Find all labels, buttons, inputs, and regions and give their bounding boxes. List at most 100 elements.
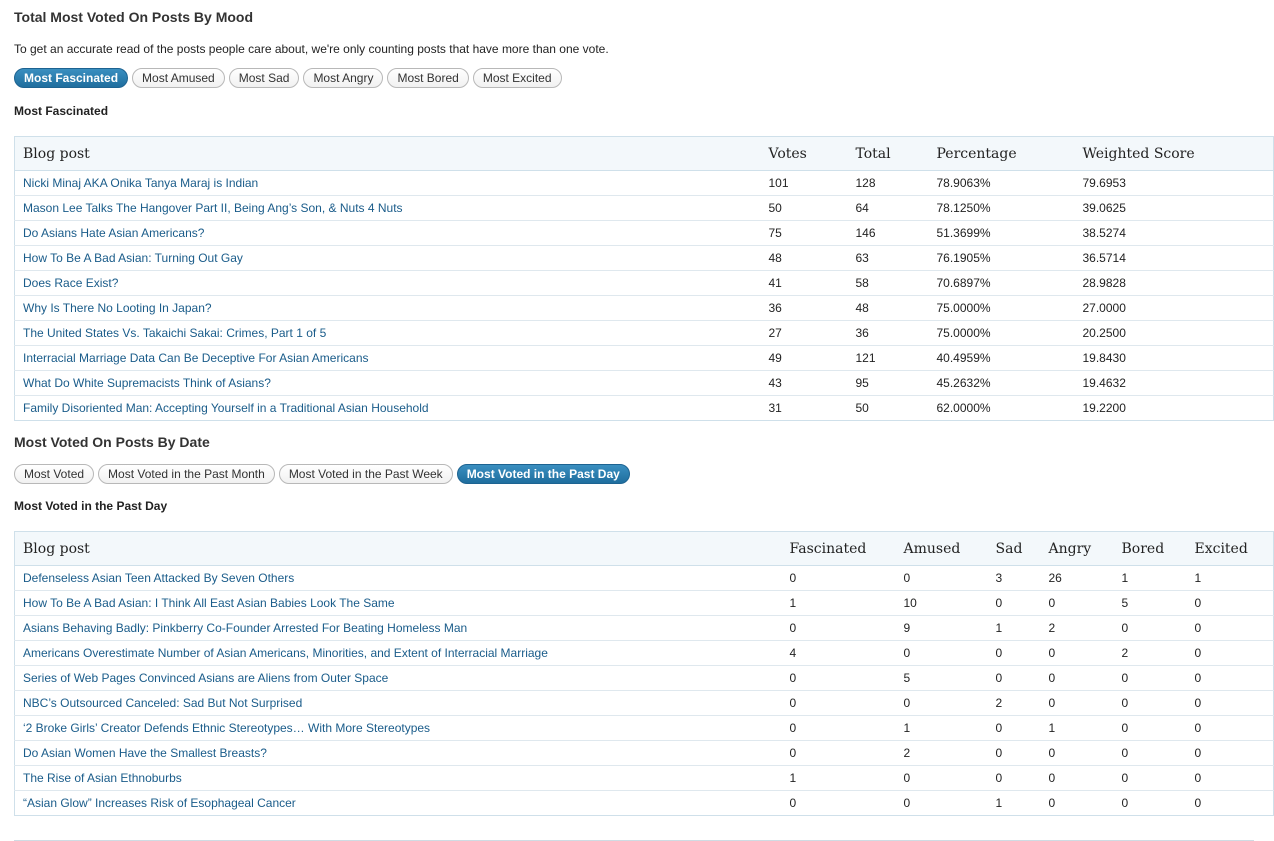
value-cell: 19.8430 xyxy=(1074,345,1274,371)
value-cell: 2 xyxy=(1040,615,1114,641)
blog-post-link[interactable]: Do Asians Hate Asian Americans? xyxy=(23,226,204,240)
blog-post-link[interactable]: Asians Behaving Badly: Pinkberry Co-Foun… xyxy=(23,621,467,635)
value-cell: 0 xyxy=(895,765,988,791)
date-subheading: Most Voted in the Past Day xyxy=(14,499,168,513)
blog-post-cell: Mason Lee Talks The Hangover Part II, Be… xyxy=(14,195,761,221)
column-header-percentage: Percentage xyxy=(928,136,1075,171)
table-row: Nicki Minaj AKA Onika Tanya Maraj is Ind… xyxy=(14,170,1274,196)
tab-most-bored[interactable]: Most Bored xyxy=(387,68,469,88)
blog-post-link[interactable]: “Asian Glow” Increases Risk of Esophagea… xyxy=(23,796,296,810)
value-cell: 0 xyxy=(1186,665,1274,691)
blog-post-cell: NBC’s Outsourced Canceled: Sad But Not S… xyxy=(14,690,782,716)
tab-most-fascinated[interactable]: Most Fascinated xyxy=(14,68,129,88)
mood-subheading: Most Fascinated xyxy=(14,104,109,118)
blog-post-cell: The Rise of Asian Ethnoburbs xyxy=(14,765,782,791)
value-cell: 1 xyxy=(1186,565,1274,591)
tab-most-sad[interactable]: Most Sad xyxy=(228,68,300,88)
value-cell: 0 xyxy=(1040,590,1114,616)
blog-post-link[interactable]: Series of Web Pages Convinced Asians are… xyxy=(23,671,388,685)
blog-post-cell: Defenseless Asian Teen Attacked By Seven… xyxy=(14,565,782,591)
value-cell: 0 xyxy=(789,796,797,810)
blog-post-link[interactable]: Does Race Exist? xyxy=(23,276,118,290)
value-cell: 41 xyxy=(760,270,848,296)
table-row: Asians Behaving Badly: Pinkberry Co-Foun… xyxy=(14,615,1274,641)
value-cell: 121 xyxy=(847,345,929,371)
blog-post-link[interactable]: ‘2 Broke Girls’ Creator Defends Ethnic S… xyxy=(23,721,430,735)
tab-most-voted-past-day[interactable]: Most Voted in the Past Day xyxy=(456,464,630,484)
tab-most-voted-past-month[interactable]: Most Voted in the Past Month xyxy=(98,464,275,484)
blog-post-link[interactable]: The United States Vs. Takaichi Sakai: Cr… xyxy=(23,326,326,340)
value-cell: 0 xyxy=(1040,765,1114,791)
value-cell: 48 xyxy=(760,245,848,271)
value-cell: 0 xyxy=(903,796,911,810)
value-cell: 28.9828 xyxy=(1074,270,1274,296)
table-row: ‘2 Broke Girls’ Creator Defends Ethnic S… xyxy=(14,715,1274,741)
value-cell: 0 xyxy=(1040,690,1114,716)
blog-post-link[interactable]: Mason Lee Talks The Hangover Part II, Be… xyxy=(23,201,403,215)
tab-most-amused[interactable]: Most Amused xyxy=(132,68,225,88)
column-header-amused: Amused xyxy=(895,531,988,566)
value-cell: 0 xyxy=(1113,615,1187,641)
value-cell: 0 xyxy=(781,715,896,741)
value-cell: 19.4632 xyxy=(1074,370,1274,396)
value-cell: 146 xyxy=(847,220,929,246)
tab-most-voted-past-week[interactable]: Most Voted in the Past Week xyxy=(278,464,453,484)
value-cell: 10 xyxy=(895,590,988,616)
value-cell: 1 xyxy=(995,796,1003,810)
value-cell: 0 xyxy=(1186,715,1274,741)
table-row: Do Asians Hate Asian Americans? 75 146 51.3… xyxy=(14,220,1274,246)
blog-post-link[interactable]: Interracial Marriage Data Can Be Decepti… xyxy=(23,351,369,365)
value-cell: 75.0000% xyxy=(928,295,1075,321)
tab-most-angry[interactable]: Most Angry xyxy=(303,68,384,88)
value-cell: 9 xyxy=(895,615,988,641)
table-row: Interracial Marriage Data Can Be Decepti… xyxy=(14,345,1274,371)
value-cell: 0 xyxy=(895,640,988,666)
column-header-blog-post: Blog post xyxy=(14,531,782,566)
table-row: “Asian Glow” Increases Risk of Esophagea… xyxy=(15,791,1274,816)
column-header-sad: Sad xyxy=(987,531,1041,566)
column-header-votes: Votes xyxy=(760,136,848,171)
blog-post-cell: “Asian Glow” Increases Risk of Esophagea… xyxy=(15,791,782,816)
blog-post-cell: Why Is There No Looting In Japan? xyxy=(14,295,761,321)
column-header-fascinated: Fascinated xyxy=(781,531,896,566)
blog-post-link[interactable]: How To Be A Bad Asian: I Think All East … xyxy=(23,596,395,610)
value-cell: 0 xyxy=(1040,740,1114,766)
blog-post-link[interactable]: Why Is There No Looting In Japan? xyxy=(23,301,212,315)
value-cell: 0 xyxy=(1113,665,1187,691)
value-cell: 50 xyxy=(855,401,869,415)
mood-section-intro: To get an accurate read of the posts peo… xyxy=(14,42,609,56)
date-tabs: Most Voted Most Voted in the Past Month … xyxy=(14,464,630,484)
blog-post-cell: Series of Web Pages Convinced Asians are… xyxy=(14,665,782,691)
blog-post-link[interactable]: NBC’s Outsourced Canceled: Sad But Not S… xyxy=(23,696,302,710)
value-cell: 2 xyxy=(1113,640,1187,666)
tab-most-voted[interactable]: Most Voted xyxy=(14,464,95,484)
value-cell: 0 xyxy=(1048,796,1056,810)
value-cell: 0 xyxy=(781,565,896,591)
table-row: The Rise of Asian Ethnoburbs 1 0 0 0 0 0 xyxy=(14,765,1274,791)
table-row: Mason Lee Talks The Hangover Part II, Be… xyxy=(14,195,1274,221)
value-cell: 95 xyxy=(847,370,929,396)
value-cell: 48 xyxy=(847,295,929,321)
table-row: NBC’s Outsourced Canceled: Sad But Not S… xyxy=(14,690,1274,716)
tab-most-excited[interactable]: Most Excited xyxy=(472,68,562,88)
blog-post-link[interactable]: What Do White Supremacists Think of Asia… xyxy=(23,376,271,390)
date-table-body: Defenseless Asian Teen Attacked By Seven… xyxy=(14,565,1274,816)
value-cell: 43 xyxy=(760,370,848,396)
blog-post-link[interactable]: Do Asian Women Have the Smallest Breasts… xyxy=(23,746,267,760)
blog-post-link[interactable]: Nicki Minaj AKA Onika Tanya Maraj is Ind… xyxy=(23,176,258,190)
blog-post-link[interactable]: Americans Overestimate Number of Asian A… xyxy=(23,646,548,660)
blog-post-link[interactable]: How To Be A Bad Asian: Turning Out Gay xyxy=(23,251,243,265)
value-cell: 3 xyxy=(987,565,1041,591)
blog-post-cell: The United States Vs. Takaichi Sakai: Cr… xyxy=(14,320,761,346)
blog-post-cell: Asians Behaving Badly: Pinkberry Co-Foun… xyxy=(14,615,782,641)
value-cell: 0 xyxy=(781,740,896,766)
blog-post-link[interactable]: Defenseless Asian Teen Attacked By Seven… xyxy=(23,571,294,585)
blog-post-cell: ‘2 Broke Girls’ Creator Defends Ethnic S… xyxy=(14,715,782,741)
value-cell: 45.2632% xyxy=(928,370,1075,396)
mood-tabs: Most Fascinated Most Amused Most Sad Mos… xyxy=(14,68,562,88)
value-cell: 1 xyxy=(1113,565,1187,591)
blog-post-link[interactable]: Family Disoriented Man: Accepting Yourse… xyxy=(23,401,429,415)
mood-section-title: Total Most Voted On Posts By Mood xyxy=(14,9,254,25)
blog-post-link[interactable]: The Rise of Asian Ethnoburbs xyxy=(23,771,182,785)
value-cell: 2 xyxy=(987,690,1041,716)
